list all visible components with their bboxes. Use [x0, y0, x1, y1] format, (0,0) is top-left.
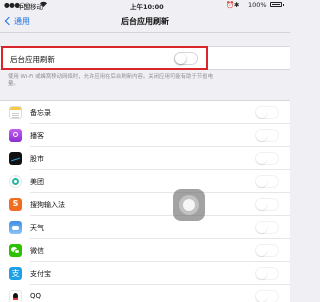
battery-percentage: 100%: [248, 1, 267, 9]
app-row-stocks: 股市: [0, 147, 290, 170]
nav-divider: [0, 32, 290, 33]
toggle-knob: [256, 176, 267, 187]
app-row-meituan: 美团: [0, 170, 290, 193]
app-row-wechat: 微信: [0, 239, 290, 262]
app-name: 微信: [30, 247, 44, 255]
toggle-knob: [175, 53, 186, 64]
app-refresh-toggle[interactable]: [255, 198, 279, 211]
background-refresh-label: 后台应用刷新: [10, 55, 55, 64]
toggle-knob: [256, 107, 267, 118]
app-list: 备忘录 播客 股市 美团 搜狗输入法 天气 微信: [0, 100, 290, 302]
app-name: 备忘录: [30, 109, 51, 117]
app-row-sogou-input: 搜狗输入法: [0, 193, 290, 216]
notes-icon: [9, 106, 22, 119]
app-refresh-toggle[interactable]: [255, 106, 279, 119]
navigation-bar: 通用 后台应用刷新: [0, 10, 290, 32]
meituan-icon: [9, 175, 22, 188]
app-row-weather: 天气: [0, 216, 290, 239]
app-name: 美团: [30, 178, 44, 186]
qq-icon: [9, 290, 22, 302]
app-name: 股市: [30, 155, 44, 163]
app-row-podcasts: 播客: [0, 124, 290, 147]
app-refresh-toggle[interactable]: [255, 267, 279, 280]
app-name: 搜狗输入法: [30, 201, 65, 209]
app-refresh-toggle[interactable]: [255, 152, 279, 165]
weather-icon: [9, 221, 22, 234]
toggle-knob: [256, 222, 267, 233]
toggle-knob: [256, 245, 267, 256]
app-name: QQ: [30, 292, 42, 300]
app-refresh-toggle[interactable]: [255, 175, 279, 188]
sogou-input-icon: [9, 198, 22, 211]
background-refresh-footnote: 使用 Wi-Fi 或蜂窝移动网络时，允许应用在后台刷新内容。关闭应用可能有助于节…: [8, 74, 213, 87]
wechat-icon: [9, 244, 22, 257]
toggle-knob: [256, 291, 267, 302]
app-row-alipay: 支付宝: [0, 262, 290, 285]
status-bar: ●●●○○ 中国移动 上午10:00 ⏰ ✱ 100%: [0, 0, 290, 11]
app-refresh-toggle[interactable]: [255, 221, 279, 234]
background-refresh-row: 后台应用刷新: [0, 46, 290, 70]
battery-icon: [270, 2, 284, 7]
app-name: 播客: [30, 132, 44, 140]
toggle-knob: [256, 130, 267, 141]
app-refresh-toggle[interactable]: [255, 290, 279, 302]
app-name: 天气: [30, 224, 44, 232]
page-title: 后台应用刷新: [121, 17, 169, 26]
assistive-touch-button[interactable]: [173, 189, 205, 221]
app-name: 支付宝: [30, 270, 51, 278]
alipay-icon: [9, 267, 22, 280]
app-row-notes: 备忘录: [0, 101, 290, 124]
stocks-icon: [9, 152, 22, 165]
podcasts-icon: [9, 129, 22, 142]
toggle-knob: [256, 199, 267, 210]
assistive-touch-core: [183, 199, 195, 211]
app-row-qq: QQ: [0, 285, 290, 302]
toggle-knob: [256, 268, 267, 279]
background-refresh-toggle[interactable]: [174, 52, 198, 65]
toggle-knob: [256, 153, 267, 164]
alarm-icon: ⏰: [226, 1, 235, 9]
battery-level-fill: [272, 4, 280, 5]
app-refresh-toggle[interactable]: [255, 244, 279, 257]
bluetooth-icon: ✱: [234, 1, 240, 9]
app-refresh-toggle[interactable]: [255, 129, 279, 142]
wifi-icon: [39, 0, 48, 10]
